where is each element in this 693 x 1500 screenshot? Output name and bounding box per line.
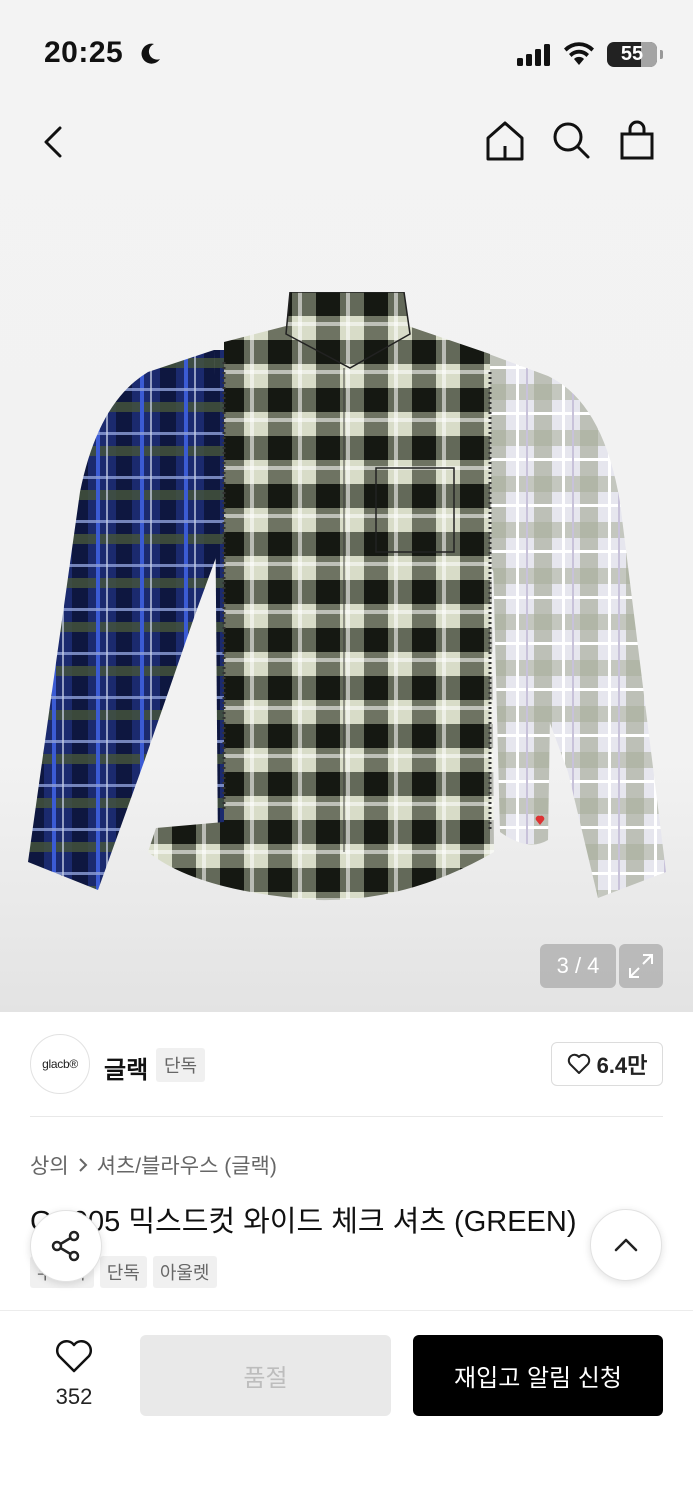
restock-alert-button[interactable]: 재입고 알림 신청 — [413, 1335, 663, 1416]
signal-icon — [517, 44, 550, 66]
expand-image-button[interactable] — [619, 944, 663, 988]
brand-name[interactable]: 글랙 — [104, 1050, 148, 1085]
tag-exclusive: 단독 — [99, 1256, 147, 1288]
back-icon — [44, 126, 62, 158]
share-icon — [51, 1230, 80, 1262]
wish-button[interactable]: 352 — [40, 1339, 108, 1410]
brand-row: glacb® 글랙 단독 6.4만 — [0, 1034, 693, 1096]
image-counter: 3 / 4 — [540, 944, 616, 988]
brand-like-button[interactable]: 6.4만 — [551, 1042, 663, 1086]
expand-icon — [629, 954, 653, 978]
breadcrumb: 상의 셔츠/블라우스 (글랙) — [30, 1150, 277, 1180]
divider — [30, 1116, 663, 1117]
wifi-icon — [564, 42, 594, 65]
chevron-right-icon — [78, 1158, 88, 1172]
bag-icon — [620, 120, 654, 160]
brand-exclusive-badge: 단독 — [156, 1048, 206, 1082]
home-button[interactable] — [482, 118, 528, 164]
moon-icon — [141, 43, 160, 64]
cart-button[interactable] — [614, 118, 660, 164]
back-button[interactable] — [34, 118, 74, 166]
product-image-gallery[interactable]: 20:25 55 3 / 4 — [0, 0, 693, 1012]
tag-outlet: 아울렛 — [152, 1256, 217, 1288]
chevron-up-icon — [614, 1238, 638, 1252]
scroll-top-button[interactable] — [590, 1209, 662, 1281]
share-button[interactable] — [30, 1210, 102, 1282]
brand-logo[interactable]: glacb® — [30, 1034, 90, 1094]
breadcrumb-category[interactable]: 상의 — [30, 1150, 69, 1180]
search-icon — [553, 122, 590, 159]
brand-like-count: 6.4만 — [596, 1053, 648, 1078]
battery-indicator: 55 — [607, 42, 663, 67]
product-title: GS005 믹스드컷 와이드 체크 셔츠 (GREEN) — [30, 1206, 577, 1238]
product-photo — [28, 292, 666, 901]
wish-count: 352 — [55, 1384, 93, 1409]
breadcrumb-subcategory[interactable]: 셔츠/블라우스 (글랙) — [97, 1150, 277, 1180]
soldout-button[interactable]: 품절 — [140, 1335, 391, 1416]
heart-icon — [56, 1340, 92, 1373]
search-button[interactable] — [548, 118, 594, 164]
home-icon — [486, 121, 524, 161]
status-time: 20:25 — [44, 36, 124, 69]
bottom-action-bar: 352 품절 재입고 알림 신청 — [0, 1310, 693, 1500]
heart-icon — [567, 1053, 590, 1074]
status-bar: 20:25 55 — [0, 0, 693, 100]
